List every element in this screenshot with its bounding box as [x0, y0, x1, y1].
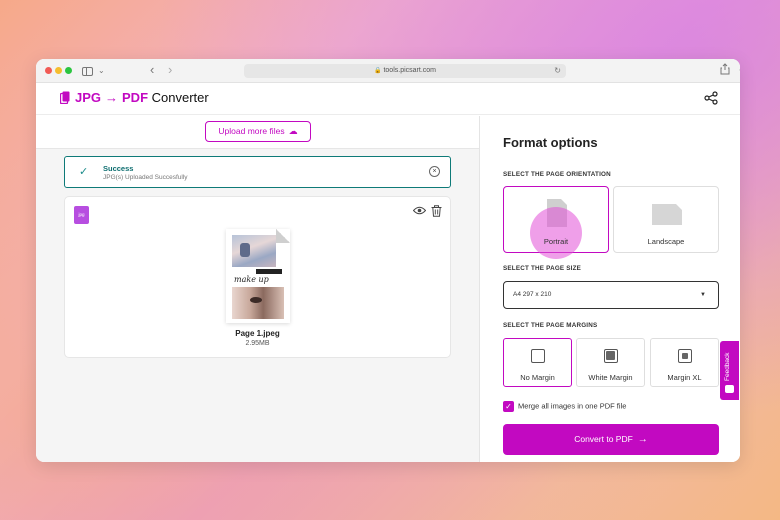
orientation-portrait-option[interactable]: Portrait	[503, 186, 609, 259]
orientation-section-label: SELECT THE PAGE ORIENTATION	[503, 171, 611, 178]
format-options-title: Format options	[503, 135, 598, 150]
arrow-right-icon: →	[637, 434, 648, 445]
margin-white-option[interactable]: White Margin	[576, 338, 645, 387]
reload-icon[interactable]: ↻	[554, 64, 561, 78]
margins-section-label: SELECT THE PAGE MARGINS	[503, 322, 598, 329]
jpg-file-icon: jpg	[74, 206, 89, 224]
preview-eye-icon[interactable]	[413, 206, 426, 215]
file-size: 2.95MB	[245, 340, 270, 347]
new-tab-icon[interactable]: +	[739, 62, 740, 78]
convert-button-label: Convert to PDF	[574, 434, 633, 444]
file-name: Page 1.jpeg	[235, 329, 280, 338]
url-text: tools.picsart.com	[383, 67, 436, 74]
thumbnail-script-text: make up	[234, 275, 269, 284]
success-notification: ✓ Success JPG(s) Uploaded Succesfully ×	[64, 156, 451, 188]
thumbnail-photo-bottom	[232, 287, 284, 319]
file-card[interactable]: jpg make up Page 1.jpeg 2.95MB	[64, 196, 451, 358]
merge-label: Merge all images in one PDF file	[518, 401, 627, 411]
page-title: JPG → PDF Converter	[75, 90, 209, 105]
margin-none-option[interactable]: No Margin	[503, 338, 572, 387]
convert-to-pdf-button[interactable]: Convert to PDF →	[503, 424, 719, 455]
page-size-select[interactable]: A4 297 x 210 ▼	[503, 281, 719, 309]
orientation-landscape-label: Landscape	[647, 237, 685, 246]
page-fold	[276, 229, 290, 243]
lock-icon: 🔒	[373, 68, 382, 74]
tap-indicator	[530, 207, 582, 259]
notification-title: Success	[103, 164, 134, 173]
check-icon: ✓	[79, 166, 89, 178]
no-margin-icon	[531, 349, 545, 363]
sidebar-toggle-icon[interactable]	[82, 67, 93, 76]
files-panel: Upload more files ☁ ✓ Success JPG(s) Uplo…	[36, 116, 480, 462]
title-format-from: JPG	[75, 90, 102, 105]
trash-icon[interactable]	[431, 205, 442, 217]
orientation-landscape-option[interactable]: Landscape	[613, 186, 719, 253]
feedback-label: Feedback	[724, 352, 731, 381]
cloud-upload-icon: ☁	[288, 126, 298, 136]
browser-toolbar: ⌄ ‹ › 🔒tools.picsart.com ↻ +	[36, 59, 740, 83]
chevron-down-icon[interactable]: ⌄	[98, 63, 105, 79]
notification-message: JPG(s) Uploaded Succesfully	[103, 174, 188, 181]
landscape-page-icon	[652, 204, 682, 225]
upload-more-files-button[interactable]: Upload more files ☁	[205, 121, 311, 142]
thumbnail-band	[256, 269, 282, 274]
forward-icon[interactable]: ›	[168, 62, 172, 78]
orientation-portrait-label: Portrait	[543, 237, 569, 246]
title-converter: Converter	[151, 90, 209, 105]
share-page-icon[interactable]	[720, 63, 730, 80]
page-size-section-label: SELECT THE PAGE SIZE	[503, 265, 582, 272]
margin-xl-option[interactable]: Margin XL	[650, 338, 719, 387]
margin-white-label: White Margin	[588, 373, 633, 382]
zoom-window-button[interactable]	[65, 67, 72, 74]
feedback-icon	[725, 385, 734, 393]
upload-button-label: Upload more files	[218, 126, 285, 136]
white-margin-icon	[604, 349, 618, 363]
title-arrow: →	[105, 90, 119, 105]
feedback-tab[interactable]: Feedback	[720, 341, 739, 400]
app-header: JPG → PDF Converter	[36, 83, 740, 115]
back-icon[interactable]: ‹	[150, 62, 154, 78]
dropdown-caret-icon: ▼	[700, 292, 706, 298]
converter-logo-icon	[60, 91, 70, 104]
page-size-value: A4 297 x 210	[513, 291, 552, 298]
title-format-to: PDF	[122, 90, 149, 105]
file-type-badge: jpg	[78, 212, 85, 217]
minimize-window-button[interactable]	[55, 67, 62, 74]
margin-xl-icon	[678, 349, 692, 363]
thumbnail-photo-top	[232, 235, 276, 267]
file-thumbnail[interactable]: make up	[226, 229, 290, 323]
margin-none-label: No Margin	[520, 373, 555, 382]
merge-option[interactable]: ✓ Merge all images in one PDF file	[503, 401, 626, 412]
merge-checkbox[interactable]: ✓	[503, 401, 514, 412]
close-icon[interactable]: ×	[429, 166, 440, 177]
upload-strip: Upload more files ☁	[36, 116, 479, 149]
address-bar[interactable]: 🔒 tools.picsart.com ↻	[244, 64, 566, 78]
close-window-button[interactable]	[45, 67, 52, 74]
margin-xl-label: Margin XL	[667, 373, 702, 382]
share-icon[interactable]	[704, 91, 718, 105]
browser-window: ⌄ ‹ › 🔒tools.picsart.com ↻ + JPG→PDF Con…	[36, 59, 740, 462]
